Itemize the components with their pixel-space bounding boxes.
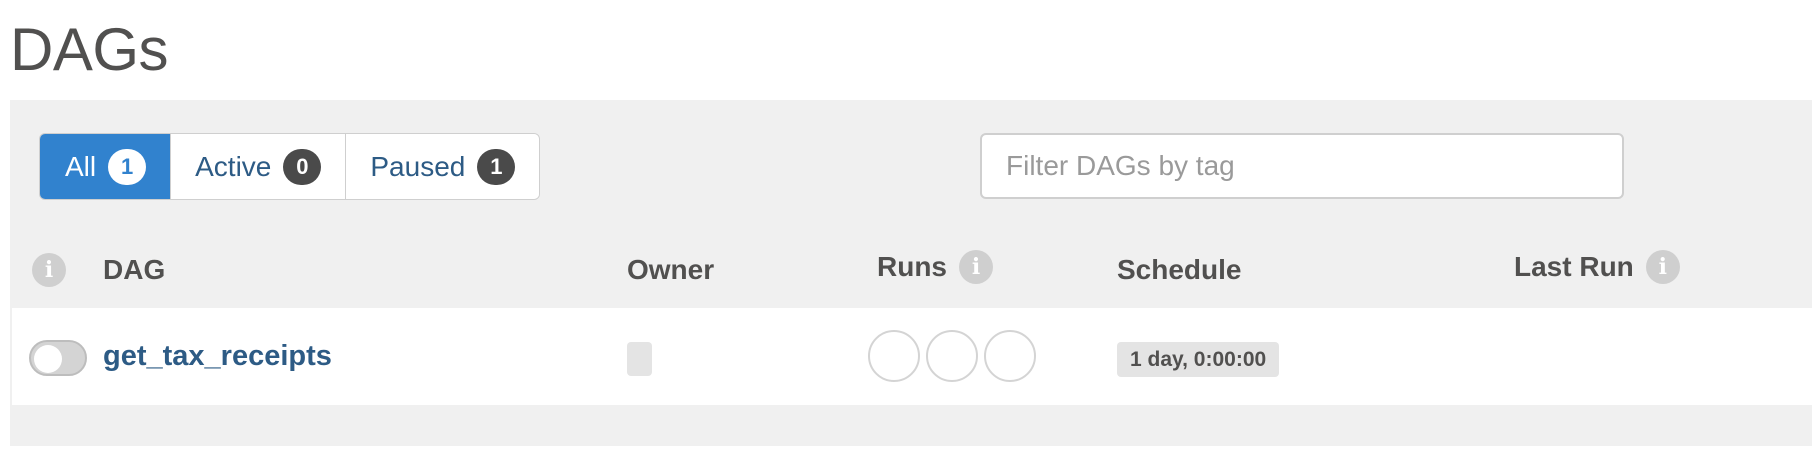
run-status-circle[interactable] — [926, 330, 978, 382]
column-header-dag-label: DAG — [103, 254, 166, 285]
filter-all-button[interactable]: All 1 — [40, 134, 172, 199]
header-info: i — [32, 250, 66, 290]
tag-filter-input[interactable] — [980, 133, 1624, 199]
column-header-runs-label: Runs — [877, 251, 947, 282]
column-header-schedule[interactable]: Schedule — [1117, 250, 1241, 290]
column-header-runs: Runs i — [877, 247, 993, 287]
dag-id-link[interactable]: get_tax_receipts — [103, 336, 332, 376]
schedule-badge[interactable]: 1 day, 0:00:00 — [1117, 342, 1280, 377]
run-status-circle[interactable] — [984, 330, 1036, 382]
filter-all-label: All — [65, 150, 97, 182]
pause-toggle-switch[interactable] — [29, 340, 87, 376]
page-title: DAGs — [10, 16, 169, 83]
filter-active-label: Active — [195, 150, 272, 182]
filter-paused-label: Paused — [370, 150, 466, 182]
filter-paused-button[interactable]: Paused 1 — [346, 134, 540, 199]
info-icon[interactable]: i — [32, 253, 66, 287]
column-header-schedule-label: Schedule — [1117, 254, 1242, 285]
status-filter-group: All 1 Active 0 Paused 1 — [39, 133, 541, 200]
owner-badge[interactable] — [627, 342, 652, 376]
filter-active-button[interactable]: Active 0 — [171, 134, 347, 199]
runs-info-icon[interactable]: i — [959, 250, 993, 284]
column-header-owner[interactable]: Owner — [627, 250, 714, 290]
run-status-circle[interactable] — [868, 330, 920, 382]
column-header-owner-label: Owner — [627, 254, 715, 285]
column-header-dag[interactable]: DAG — [103, 250, 165, 290]
last-run-info-icon[interactable]: i — [1645, 250, 1680, 284]
filter-paused-count-badge: 1 — [477, 148, 516, 185]
column-header-last-run: Last Run i — [1514, 247, 1680, 287]
filter-all-count-badge: 1 — [108, 148, 147, 185]
toggle-knob — [34, 345, 62, 373]
column-header-last-run-label: Last Run — [1514, 251, 1634, 282]
filter-active-count-badge: 0 — [283, 148, 322, 185]
